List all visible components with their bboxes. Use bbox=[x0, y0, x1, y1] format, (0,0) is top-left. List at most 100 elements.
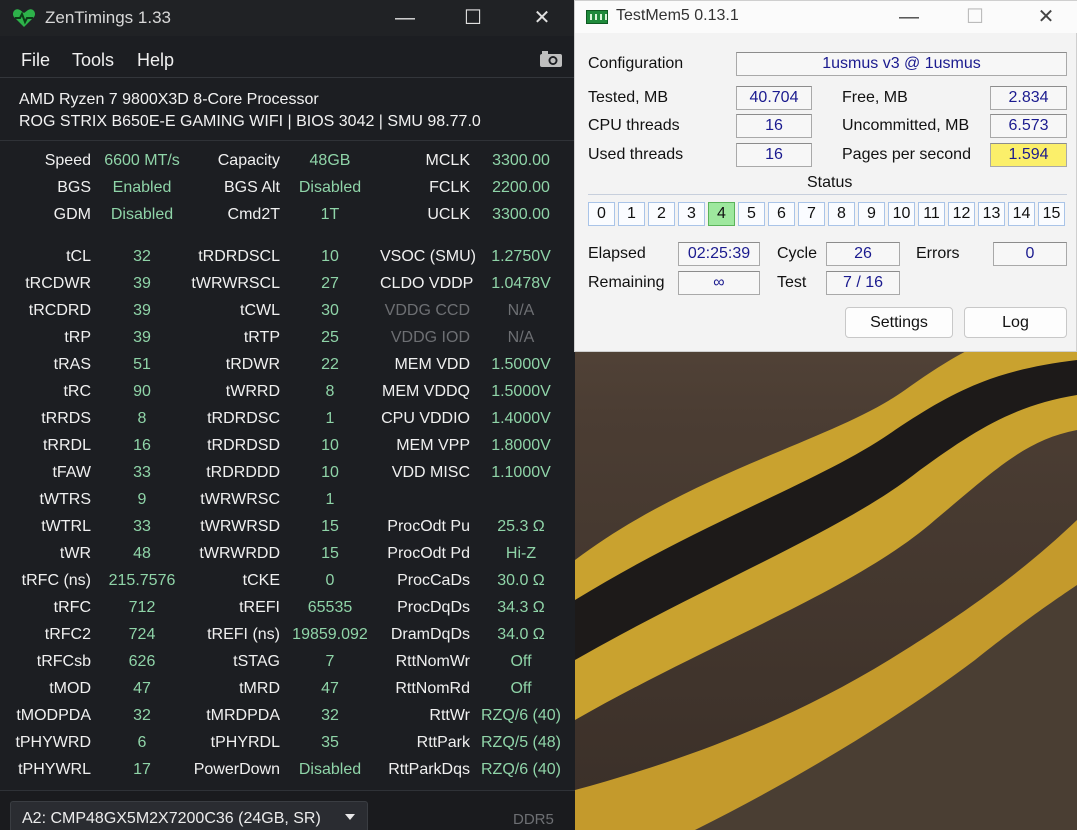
zentimings-titlebar[interactable]: ZenTimings 1.33 — ☐ ✕ bbox=[0, 0, 575, 36]
camera-icon[interactable] bbox=[539, 50, 563, 68]
testmem5-titlebar[interactable]: TestMem5 0.13.1 — ☐ ✕ bbox=[575, 1, 1077, 33]
board-info: ROG STRIX B650E-E GAMING WIFI | BIOS 304… bbox=[19, 113, 481, 130]
timing-value: 1.5000V bbox=[491, 383, 551, 400]
timing-label: tRRDS bbox=[41, 410, 91, 427]
timing-label: FCLK bbox=[429, 179, 470, 196]
window-title: ZenTimings 1.33 bbox=[45, 8, 171, 27]
tested-label: Tested, MB bbox=[588, 89, 669, 106]
timing-label: tWTRS bbox=[39, 491, 91, 508]
zentimings-window: ZenTimings 1.33 — ☐ ✕ File Tools Help AM… bbox=[0, 0, 575, 830]
timing-value: 39 bbox=[133, 302, 151, 319]
maximize-button[interactable]: ☐ bbox=[953, 3, 997, 31]
timing-value: 8 bbox=[137, 410, 147, 427]
timing-value: 51 bbox=[133, 356, 151, 373]
system-info: AMD Ryzen 7 9800X3D 8-Core Processor ROG… bbox=[19, 89, 481, 133]
free-value: 2.834 bbox=[990, 86, 1067, 110]
timing-label: RttNomWr bbox=[395, 653, 470, 670]
status-cell: 6 bbox=[768, 202, 795, 226]
timing-label: tREFI (ns) bbox=[207, 626, 280, 643]
timing-label: RttPark bbox=[416, 734, 470, 751]
maximize-button[interactable]: ☐ bbox=[450, 4, 496, 32]
timing-label: tRDRDSC bbox=[207, 410, 280, 427]
timing-value: 10 bbox=[321, 248, 339, 265]
minimize-button[interactable]: — bbox=[887, 3, 931, 31]
timing-label: tMRDPDA bbox=[206, 707, 280, 724]
timing-label: tRDRDSCL bbox=[198, 248, 280, 265]
timing-label: tMODPDA bbox=[16, 707, 91, 724]
timing-label: tREFI bbox=[239, 599, 280, 616]
timing-value: 34.3 Ω bbox=[497, 599, 545, 616]
pages-per-second-value: 1.594 bbox=[990, 143, 1067, 167]
timing-label: tRCDRD bbox=[28, 302, 91, 319]
minimize-button[interactable]: — bbox=[382, 4, 428, 32]
status-cell: 13 bbox=[978, 202, 1005, 226]
timing-value: 39 bbox=[133, 275, 151, 292]
timing-value: 7 bbox=[325, 653, 335, 670]
status-cell: 8 bbox=[828, 202, 855, 226]
close-button[interactable]: ✕ bbox=[1024, 3, 1068, 31]
timing-label: RttParkDqs bbox=[388, 761, 470, 778]
timing-value: 32 bbox=[133, 248, 151, 265]
timing-value: 15 bbox=[321, 518, 339, 535]
memory-chip-icon bbox=[586, 10, 608, 24]
timing-label: tWRWRSCL bbox=[191, 275, 280, 292]
status-cell: 12 bbox=[948, 202, 975, 226]
timing-label: tMOD bbox=[49, 680, 91, 697]
close-button[interactable]: ✕ bbox=[519, 4, 565, 32]
timing-value: RZQ/6 (40) bbox=[480, 707, 561, 724]
divider bbox=[0, 140, 575, 141]
uncommitted-label: Uncommitted, MB bbox=[842, 117, 970, 134]
timing-label: tSTAG bbox=[233, 653, 280, 670]
cpu-threads-label: CPU threads bbox=[588, 117, 680, 134]
timing-value: 19859.092 bbox=[292, 626, 368, 643]
timing-label: MEM VPP bbox=[396, 437, 470, 454]
menu-tools[interactable]: Tools bbox=[72, 50, 114, 71]
timing-label: tRRDL bbox=[42, 437, 91, 454]
status-cell: 4 bbox=[708, 202, 735, 226]
menu-file[interactable]: File bbox=[21, 50, 50, 71]
remaining-label: Remaining bbox=[588, 274, 665, 291]
timing-value: 1.8000V bbox=[491, 437, 551, 454]
dimm-select[interactable]: A2: CMP48GX5M2X7200C36 (24GB, SR) bbox=[10, 801, 368, 830]
timing-value: 33 bbox=[133, 518, 151, 535]
status-cell: 7 bbox=[798, 202, 825, 226]
timing-value: 1.5000V bbox=[491, 356, 551, 373]
timing-value: 2200.00 bbox=[492, 179, 550, 196]
memory-type: DDR5 bbox=[513, 811, 554, 828]
timing-value: Hi-Z bbox=[505, 545, 537, 562]
timing-label: RttNomRd bbox=[395, 680, 470, 697]
timing-label: tRFCsb bbox=[36, 653, 91, 670]
timing-value: 30.0 Ω bbox=[497, 572, 545, 589]
timing-value: 22 bbox=[321, 356, 339, 373]
configuration-field[interactable]: 1usmus v3 @ 1usmus bbox=[736, 52, 1067, 76]
used-threads-label: Used threads bbox=[588, 146, 684, 163]
timing-value: RZQ/6 (40) bbox=[480, 761, 561, 778]
log-button[interactable]: Log bbox=[964, 307, 1067, 338]
dimm-select-value: A2: CMP48GX5M2X7200C36 (24GB, SR) bbox=[22, 810, 321, 827]
timing-value: 25 bbox=[321, 329, 339, 346]
timing-label: RttWr bbox=[429, 707, 470, 724]
timing-label: VSOC (SMU) bbox=[380, 248, 476, 265]
timing-label: Cmd2T bbox=[227, 206, 280, 223]
settings-button[interactable]: Settings bbox=[845, 307, 953, 338]
errors-label: Errors bbox=[916, 245, 960, 262]
status-cell: 10 bbox=[888, 202, 915, 226]
timing-label: tWRWRDD bbox=[199, 545, 280, 562]
uncommitted-value: 6.573 bbox=[990, 114, 1067, 138]
timing-label: VDDG IOD bbox=[390, 329, 470, 346]
timing-label: GDM bbox=[53, 206, 91, 223]
timing-value: 8 bbox=[325, 383, 335, 400]
timing-label: tRFC2 bbox=[44, 626, 91, 643]
timing-value: 3300.00 bbox=[492, 206, 550, 223]
timing-value: 90 bbox=[133, 383, 151, 400]
configuration-label: Configuration bbox=[588, 55, 684, 72]
timing-label: tWRWRSC bbox=[200, 491, 280, 508]
timing-value: 47 bbox=[133, 680, 151, 697]
status-cell: 9 bbox=[858, 202, 885, 226]
test-label: Test bbox=[777, 274, 807, 291]
timing-label: tWRRD bbox=[225, 383, 280, 400]
timing-label: BGS Alt bbox=[223, 179, 280, 196]
menu-help[interactable]: Help bbox=[137, 50, 174, 71]
timing-label: tRC bbox=[63, 383, 91, 400]
timing-label: tPHYWRL bbox=[18, 761, 91, 778]
